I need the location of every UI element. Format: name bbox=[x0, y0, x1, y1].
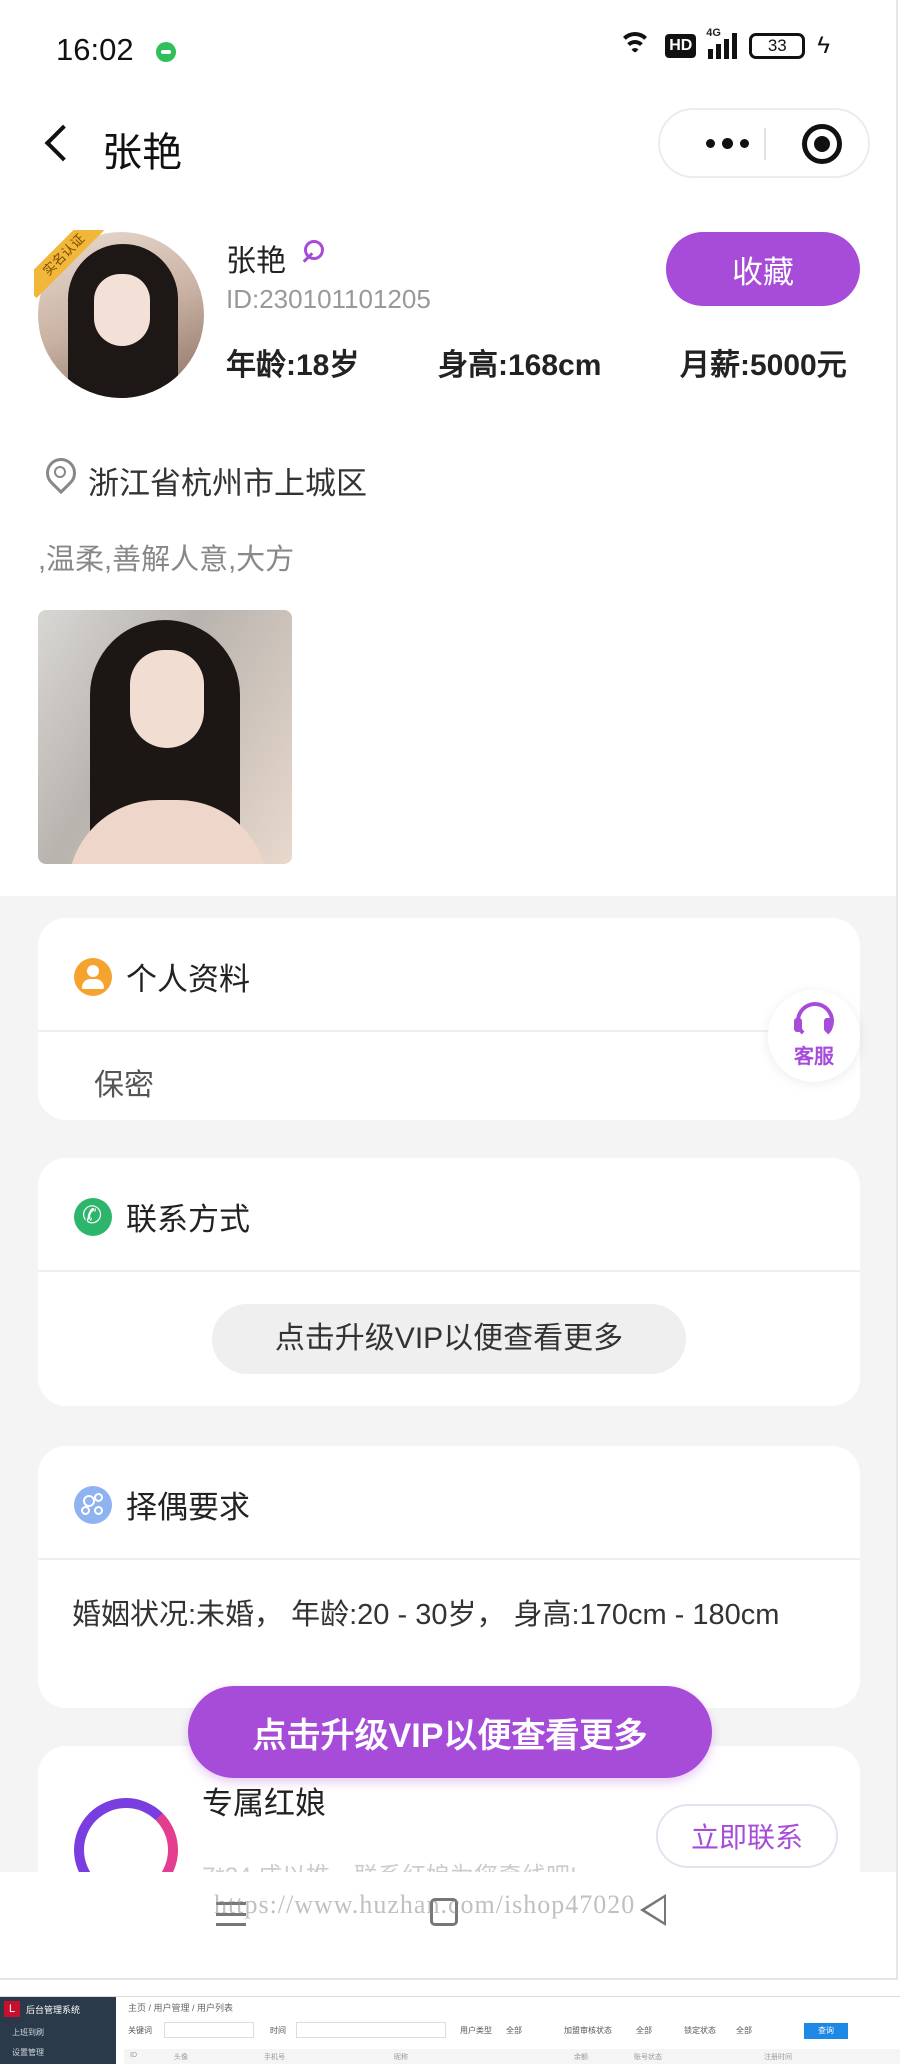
back-icon[interactable] bbox=[40, 124, 70, 164]
table-header-cell: 手机号 bbox=[264, 2054, 285, 2061]
filter-select[interactable]: 全部 bbox=[506, 2025, 522, 2036]
admin-breadcrumb: 主页 / 用户管理 / 用户列表 bbox=[128, 2003, 234, 2013]
table-header-cell: 余额 bbox=[574, 2054, 588, 2061]
status-bar: 16:02 HD 4G 33 ϟ bbox=[0, 0, 896, 100]
hd-icon: HD bbox=[665, 34, 697, 58]
wifi-icon bbox=[617, 32, 653, 60]
requirements-icon bbox=[74, 1486, 112, 1524]
filter-label: 时间 bbox=[270, 2026, 286, 2035]
system-nav-bar bbox=[0, 1872, 896, 1978]
headset-icon bbox=[792, 1002, 836, 1040]
person-icon bbox=[74, 958, 112, 996]
location-pin-icon bbox=[44, 458, 72, 492]
miniapp-capsule bbox=[658, 108, 870, 178]
filter-select[interactable]: 全部 bbox=[636, 2025, 652, 2036]
query-button[interactable]: 查询 bbox=[804, 2023, 848, 2039]
location-text: 浙江省杭州市上城区 bbox=[88, 466, 367, 501]
network-type-label: 4G bbox=[706, 27, 721, 39]
charging-icon: ϟ bbox=[817, 32, 830, 59]
customer-service-label: 客服 bbox=[794, 1046, 834, 1068]
contact-header: 联系方式 bbox=[38, 1158, 860, 1272]
status-time: 16:02 bbox=[56, 32, 134, 67]
verify-badge: 实名认证 bbox=[34, 230, 104, 300]
capsule-divider bbox=[764, 128, 766, 160]
admin-menu-item[interactable]: 上班到刷 bbox=[12, 2027, 44, 2038]
personal-info-header: 个人资料 bbox=[38, 918, 860, 1032]
phone-icon bbox=[74, 1198, 112, 1236]
table-header-cell: 账号状态 bbox=[634, 2054, 662, 2061]
female-icon bbox=[296, 238, 326, 270]
target-icon[interactable] bbox=[802, 124, 842, 164]
personal-info-title: 个人资料 bbox=[126, 962, 250, 997]
partner-requirements-title: 择偶要求 bbox=[126, 1490, 250, 1525]
table-header-cell: 注册时间 bbox=[764, 2054, 792, 2061]
filter-label: 加盟审核状态 bbox=[564, 2026, 612, 2035]
time-range-input[interactable] bbox=[296, 2022, 446, 2038]
height-stat: 身高:168cm bbox=[438, 349, 602, 382]
watermark: https://www.huzhan.com/ishop47020 bbox=[214, 1890, 636, 1919]
admin-menu-item[interactable]: 设置管理 bbox=[12, 2047, 44, 2058]
signal-icon: 4G bbox=[706, 27, 738, 59]
salary-stat: 月薪:5000元 bbox=[680, 349, 847, 382]
filter-label: 锁定状态 bbox=[684, 2026, 716, 2035]
admin-panel-strip: L 后台管理系统 上班到刷 设置管理 主页 / 用户管理 / 用户列表 关键词 … bbox=[0, 1996, 900, 2064]
customer-service-button[interactable]: 客服 bbox=[768, 990, 860, 1082]
admin-filter-bar: 关键词 时间 用户类型 全部 加盟审核状态 全部 锁定状态 全部 查询 bbox=[124, 2021, 900, 2041]
admin-table-header: ID 头像 手机号 昵称 余额 账号状态 注册时间 bbox=[124, 2049, 900, 2064]
profile-photo[interactable] bbox=[38, 610, 292, 864]
partner-requirements-card: 择偶要求 婚姻状况:未婚， 年龄:20 - 30岁， 身高:170cm - 18… bbox=[38, 1446, 860, 1708]
contact-card: 联系方式 点击升级VIP以便查看更多 bbox=[38, 1158, 860, 1406]
table-header-cell: 昵称 bbox=[394, 2054, 408, 2061]
table-header-cell: 头像 bbox=[174, 2054, 188, 2061]
admin-sidebar: L 后台管理系统 上班到刷 设置管理 bbox=[0, 1997, 116, 2064]
contact-vip-button[interactable]: 点击升级VIP以便查看更多 bbox=[212, 1304, 686, 1374]
nav-bar: 张艳 bbox=[0, 106, 896, 186]
battery-icon: 33 bbox=[749, 33, 806, 59]
favorite-button[interactable]: 收藏 bbox=[666, 232, 860, 306]
personality-tags: ,温柔,善解人意,大方 bbox=[38, 544, 295, 576]
matchmaker-title: 专属红娘 bbox=[202, 1786, 326, 1821]
user-id: ID:230101101205 bbox=[226, 284, 431, 314]
filter-label: 用户类型 bbox=[460, 2026, 492, 2035]
upgrade-vip-button[interactable]: 点击升级VIP以便查看更多 bbox=[188, 1686, 712, 1778]
phone-screen: 16:02 HD 4G 33 ϟ 张艳 实名认证 张艳 ID:230101101… bbox=[0, 0, 898, 1980]
admin-logo: L bbox=[4, 2001, 20, 2017]
keyword-input[interactable] bbox=[164, 2022, 254, 2038]
page-title: 张艳 bbox=[102, 131, 182, 175]
partner-requirements-content: 婚姻状况:未婚， 年龄:20 - 30岁， 身高:170cm - 180cm bbox=[72, 1599, 780, 1631]
admin-system-name: 后台管理系统 bbox=[26, 2005, 81, 2015]
personal-info-content: 保密 bbox=[94, 1069, 154, 1102]
filter-select[interactable]: 全部 bbox=[736, 2025, 752, 2036]
contact-title: 联系方式 bbox=[126, 1202, 250, 1237]
contact-now-button[interactable]: 立即联系 bbox=[656, 1804, 838, 1868]
user-name: 张艳 bbox=[226, 245, 286, 278]
verify-badge-label: 实名认证 bbox=[34, 230, 104, 299]
personal-info-card: 个人资料 保密 bbox=[38, 918, 860, 1120]
filter-label: 关键词 bbox=[128, 2026, 152, 2035]
age-stat: 年龄:18岁 bbox=[226, 349, 360, 382]
back-triangle-icon[interactable] bbox=[640, 1894, 666, 1926]
message-dot-icon bbox=[156, 42, 176, 62]
more-icon[interactable] bbox=[692, 110, 762, 176]
table-header-cell: ID bbox=[130, 2052, 137, 2059]
status-icons: HD 4G 33 ϟ bbox=[617, 27, 830, 60]
partner-requirements-header: 择偶要求 bbox=[38, 1446, 860, 1560]
